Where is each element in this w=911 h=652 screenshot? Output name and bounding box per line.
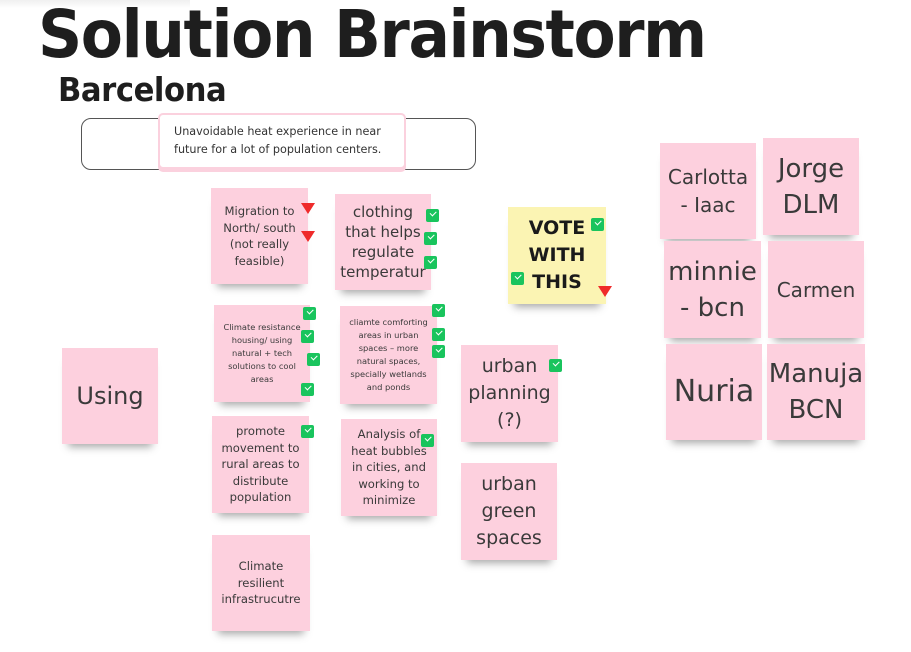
like-vote-icon[interactable]: [301, 425, 314, 438]
participant-name: Carlotta - Iaac: [667, 165, 749, 217]
like-vote-icon[interactable]: [303, 307, 316, 320]
board-subtitle: Barcelona: [58, 70, 227, 109]
sticky-text: Migration to North/ south (not really fe…: [223, 204, 296, 268]
like-vote-icon[interactable]: [549, 359, 562, 372]
sticky-text: urban planning (?): [468, 355, 551, 431]
problem-statement-card[interactable]: Unavoidable heat experience in near futu…: [158, 113, 406, 169]
sticky-note-migration[interactable]: Migration to North/ south (not really fe…: [211, 188, 308, 284]
participant-note[interactable]: Carlotta - Iaac: [660, 143, 756, 239]
dislike-vote-icon[interactable]: [598, 286, 612, 297]
participant-note[interactable]: Nuria: [666, 344, 762, 440]
like-vote-icon[interactable]: [511, 272, 524, 285]
participant-name: minnie - bcn: [668, 256, 757, 323]
board-title: Solution Brainstorm: [38, 0, 707, 73]
dislike-vote-icon[interactable]: [301, 231, 315, 242]
sticky-note-climate-housing[interactable]: Climate resistance housing/ using natura…: [214, 305, 310, 402]
like-vote-icon[interactable]: [421, 434, 434, 447]
like-vote-icon[interactable]: [591, 218, 604, 231]
participant-name: Carmen: [776, 277, 856, 302]
sticky-text: Climate resilient infrastrucutre: [221, 559, 301, 607]
sticky-note-using[interactable]: Using: [62, 348, 158, 444]
sticky-note-urban-planning[interactable]: urban planning (?): [461, 345, 558, 442]
dislike-vote-icon[interactable]: [301, 203, 315, 214]
participant-name: Nuria: [673, 374, 755, 409]
sticky-note-comfort-areas[interactable]: cliamte comforting areas in urban spaces…: [340, 306, 437, 404]
sticky-note-infrastructure[interactable]: Climate resilient infrastrucutre: [212, 535, 310, 631]
sticky-note-clothing[interactable]: clothing that helps regulate temperatur: [335, 194, 431, 290]
sticky-text: promote movement to rural areas to distr…: [221, 424, 300, 505]
participant-name: Jorge DLM: [777, 153, 845, 220]
participant-note[interactable]: Carmen: [768, 241, 864, 338]
sticky-note-rural-movement[interactable]: promote movement to rural areas to distr…: [212, 416, 309, 513]
like-vote-icon[interactable]: [432, 304, 445, 317]
sticky-note-urban-green-spaces[interactable]: urban green spaces: [461, 463, 557, 560]
sticky-text: clothing that helps regulate temperatur: [340, 203, 426, 281]
like-vote-icon[interactable]: [432, 328, 445, 341]
participant-note[interactable]: minnie - bcn: [664, 241, 761, 338]
participant-note[interactable]: Manuja BCN: [767, 344, 865, 440]
sticky-text: Analysis of heat bubbles in cities, and …: [351, 427, 427, 508]
like-vote-icon[interactable]: [432, 345, 445, 358]
like-vote-icon[interactable]: [301, 383, 314, 396]
sticky-text: cliamte comforting areas in urban spaces…: [349, 317, 428, 392]
participant-note[interactable]: Jorge DLM: [763, 138, 859, 235]
sticky-text: VOTE WITH THIS: [528, 217, 586, 293]
sticky-text: urban green spaces: [476, 473, 542, 549]
sticky-text: Using: [76, 381, 144, 410]
like-vote-icon[interactable]: [426, 209, 439, 222]
like-vote-icon[interactable]: [424, 232, 437, 245]
like-vote-icon[interactable]: [301, 330, 314, 343]
sticky-text: Climate resistance housing/ using natura…: [223, 322, 301, 384]
participant-name: Manuja BCN: [768, 359, 864, 425]
like-vote-icon[interactable]: [424, 256, 437, 269]
like-vote-icon[interactable]: [307, 353, 320, 366]
